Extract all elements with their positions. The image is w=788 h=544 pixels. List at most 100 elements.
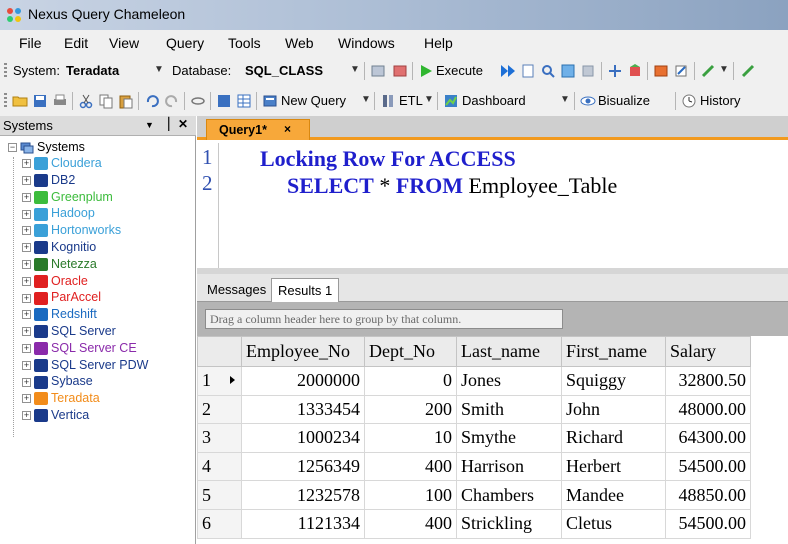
cell-first-name[interactable]: John xyxy=(561,394,666,425)
cell-last-name[interactable]: Strickling xyxy=(456,508,562,539)
tree-item-redshift[interactable]: + Redshift xyxy=(22,307,97,323)
table-row[interactable]: 1 2000000 0 Jones Squiggy 32800.50 xyxy=(197,366,751,396)
tree-item-paraccel[interactable]: + ParAccel xyxy=(22,290,101,306)
tree-item-oracle[interactable]: + Oracle xyxy=(22,274,88,290)
column-header-last-name[interactable]: Last_name xyxy=(456,336,562,367)
expand-icon[interactable]: + xyxy=(22,226,31,236)
table-row[interactable]: 5 1232578 100 Chambers Mandee 48850.00 xyxy=(197,480,751,510)
tab-results-1[interactable]: Results 1 xyxy=(271,278,340,303)
tab-messages[interactable]: Messages xyxy=(201,278,272,302)
history-icon[interactable] xyxy=(681,93,697,109)
cell-last-name[interactable]: Smith xyxy=(456,394,562,425)
cell-first-name[interactable]: Mandee xyxy=(561,480,666,510)
close-tab-icon[interactable]: × xyxy=(284,122,291,136)
link-icon[interactable] xyxy=(190,93,206,109)
tree-item-sql-server-ce[interactable]: + SQL Server CE xyxy=(22,341,137,357)
etl-button[interactable]: ETL xyxy=(399,93,423,108)
tree-item-teradata[interactable]: + Teradata xyxy=(22,391,100,407)
expand-icon[interactable]: + xyxy=(22,192,31,202)
cell-dept-no[interactable]: 200 xyxy=(364,394,457,425)
etl-icon[interactable] xyxy=(380,93,396,109)
column-header-salary[interactable]: Salary xyxy=(665,336,751,367)
execute-icon[interactable] xyxy=(418,63,434,79)
tree-item-greenplum[interactable]: + Greenplum xyxy=(22,190,113,206)
cell-last-name[interactable]: Harrison xyxy=(456,451,562,482)
menu-web[interactable]: Web xyxy=(285,35,314,51)
tree-item-cloudera[interactable]: + Cloudera xyxy=(22,156,102,172)
tree-item-sybase[interactable]: + Sybase xyxy=(22,374,93,390)
cell-employee-no[interactable]: 1333454 xyxy=(241,394,365,425)
cell-employee-no[interactable]: 1121334 xyxy=(241,508,365,539)
cell-salary[interactable]: 64300.00 xyxy=(665,423,751,453)
expand-icon[interactable]: + xyxy=(22,327,31,337)
toolbar-grip[interactable] xyxy=(4,93,7,109)
new-query-icon[interactable] xyxy=(262,93,278,109)
cell-first-name[interactable]: Cletus xyxy=(561,508,666,539)
execute-button[interactable]: Execute xyxy=(436,63,483,78)
tree-item-vertica[interactable]: + Vertica xyxy=(22,408,89,424)
open-folder-icon[interactable] xyxy=(12,93,28,109)
add-icon[interactable] xyxy=(607,63,623,79)
tree-item-kognitio[interactable]: + Kognitio xyxy=(22,240,96,256)
copy-icon[interactable] xyxy=(98,93,114,109)
cell-employee-no[interactable]: 1256349 xyxy=(241,451,365,482)
overflow-icon[interactable] xyxy=(740,63,756,79)
tree-item-netezza[interactable]: + Netezza xyxy=(22,257,97,273)
stop-icon[interactable] xyxy=(580,63,596,79)
tree-item-hortonworks[interactable]: + Hortonworks xyxy=(22,223,121,239)
expand-icon[interactable]: + xyxy=(22,260,31,269)
column-header-dept-no[interactable]: Dept_No xyxy=(364,336,457,367)
tree-item-sql-server-pdw[interactable]: + SQL Server PDW xyxy=(22,358,148,374)
expand-icon[interactable]: + xyxy=(22,310,31,320)
table-row[interactable]: 2 1333454 200 Smith John 48000.00 xyxy=(197,394,751,425)
tree-item-hadoop[interactable]: + Hadoop xyxy=(22,206,95,222)
database-dropdown-icon[interactable]: ▼ xyxy=(350,64,360,75)
grid-icon[interactable] xyxy=(236,93,252,109)
collapse-icon[interactable]: − xyxy=(8,143,17,153)
cell-salary[interactable]: 54500.00 xyxy=(665,451,751,482)
new-doc-icon[interactable] xyxy=(520,63,536,79)
menu-edit[interactable]: Edit xyxy=(64,35,88,51)
expand-icon[interactable]: + xyxy=(22,159,31,169)
tab-query1[interactable]: Query1* × xyxy=(206,119,310,140)
print-icon[interactable] xyxy=(52,93,68,109)
save-icon[interactable] xyxy=(32,93,48,109)
system-dropdown-icon[interactable]: ▼ xyxy=(154,64,164,75)
find-icon[interactable] xyxy=(540,63,556,79)
toolbar-grip[interactable] xyxy=(4,63,7,79)
menu-file[interactable]: File xyxy=(19,35,42,51)
system-select[interactable]: Teradata xyxy=(66,63,119,78)
pen-dropdown-icon[interactable]: ▼ xyxy=(719,64,729,75)
column-header-first-name[interactable]: First_name xyxy=(561,336,666,367)
cell-first-name[interactable]: Richard xyxy=(561,423,666,453)
panel-menu-icon[interactable]: ▼ xyxy=(145,120,154,130)
clear-icon[interactable] xyxy=(392,63,408,79)
expand-icon[interactable]: + xyxy=(22,209,31,219)
expand-icon[interactable]: + xyxy=(22,243,31,253)
undo-icon[interactable] xyxy=(144,93,160,109)
expand-icon[interactable]: + xyxy=(22,344,31,353)
cell-last-name[interactable]: Chambers xyxy=(456,480,562,510)
cell-first-name[interactable]: Squiggy xyxy=(561,366,666,396)
menu-help[interactable]: Help xyxy=(424,35,453,51)
cell-salary[interactable]: 54500.00 xyxy=(665,508,751,539)
column-header-employee-no[interactable]: Employee_No xyxy=(241,336,365,367)
cell-salary[interactable]: 48000.00 xyxy=(665,394,751,425)
tree-item-sql-server[interactable]: + SQL Server xyxy=(22,324,116,340)
expand-icon[interactable]: + xyxy=(22,293,31,303)
cell-employee-no[interactable]: 1000234 xyxy=(241,423,365,453)
table-row[interactable]: 3 1000234 10 Smythe Richard 64300.00 xyxy=(197,423,751,453)
table-icon[interactable] xyxy=(653,63,669,79)
expand-icon[interactable]: + xyxy=(22,176,31,185)
expand-icon[interactable]: + xyxy=(22,411,31,421)
group-by-area[interactable]: Drag a column header here to group by th… xyxy=(197,302,788,336)
table-row[interactable]: 4 1256349 400 Harrison Herbert 54500.00 xyxy=(197,451,751,482)
pin-icon[interactable]: ▕ xyxy=(160,117,169,131)
table-row[interactable]: 6 1121334 400 Strickling Cletus 54500.00 xyxy=(197,508,751,539)
edit-icon[interactable] xyxy=(673,63,689,79)
filter-icon[interactable] xyxy=(370,63,386,79)
cell-dept-no[interactable]: 0 xyxy=(364,366,457,396)
cell-dept-no[interactable]: 400 xyxy=(364,451,457,482)
dashboard-icon[interactable] xyxy=(443,93,459,109)
menu-windows[interactable]: Windows xyxy=(338,35,395,51)
